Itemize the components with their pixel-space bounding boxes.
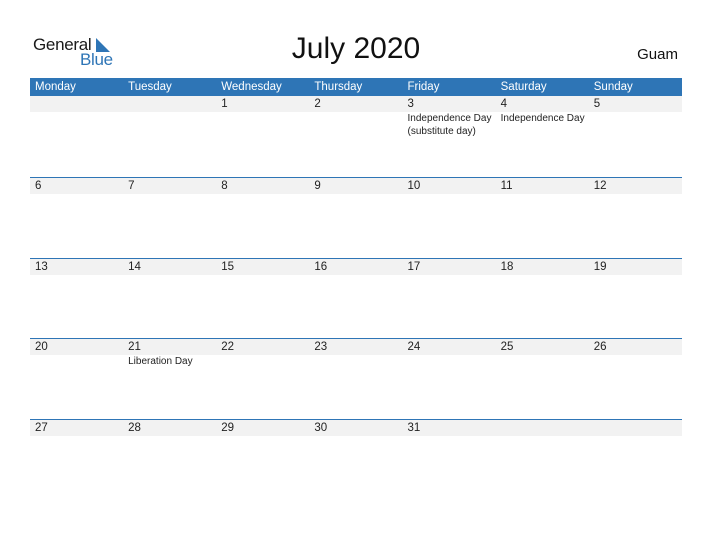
day-cell: 14 [123, 259, 216, 275]
day-number: 19 [593, 260, 607, 273]
day-number: 1 [221, 98, 228, 110]
weekday-saturday: Saturday [500, 81, 547, 93]
day-cell: 27 [30, 420, 123, 436]
day-number: 26 [593, 341, 607, 353]
day-cell: 20 [30, 339, 123, 368]
day-number: 25 [500, 341, 514, 353]
holiday-label: Liberation Day [128, 356, 193, 367]
day-cell [589, 420, 682, 436]
day-number: 15 [221, 260, 235, 273]
weekday-monday: Monday [35, 81, 76, 93]
day-cell: 4 Independence Day [496, 96, 589, 138]
week-row: 13 14 15 16 17 18 19 [30, 257, 682, 339]
week-row: 20 21 Liberation Day 22 23 24 25 26 [30, 338, 682, 419]
day-cell: 17 [403, 259, 496, 275]
day-cell: 23 [309, 339, 402, 368]
day-cell: 19 [589, 259, 682, 275]
weeks: 1 2 3 Independence Day (substitute day) 4 Ind… [30, 96, 682, 499]
day-number: 4 [500, 98, 508, 110]
day-cell: 7 [123, 178, 216, 194]
day-cell [30, 96, 123, 138]
day-cell: 18 [496, 259, 589, 275]
day-number [35, 96, 123, 112]
day-number: 5 [593, 98, 601, 110]
country-label: Guam [637, 46, 678, 63]
day-number: 18 [500, 260, 514, 273]
weekday-wednesday: Wednesday [221, 81, 282, 93]
day-cell: 26 [589, 339, 682, 368]
day-number: 22 [221, 341, 235, 353]
week-row: 27 28 29 30 31 [30, 418, 682, 500]
weekday-friday: Friday [407, 81, 440, 93]
day-cell: 16 [309, 259, 402, 275]
day-cell: 28 [123, 420, 216, 436]
day-number [594, 420, 682, 436]
day-number: 20 [35, 341, 48, 353]
day-number: 24 [407, 341, 421, 353]
day-number: 30 [314, 421, 328, 434]
day-number [501, 420, 589, 436]
weekday-sunday: Sunday [593, 81, 633, 93]
weekday-tuesday: Tuesday [128, 81, 172, 93]
day-number: 29 [221, 421, 235, 434]
day-cell: 9 [309, 178, 402, 194]
day-number: 27 [35, 421, 48, 434]
day-number: 10 [407, 180, 421, 192]
day-number: 31 [407, 421, 421, 434]
day-number: 17 [407, 260, 421, 273]
day-cell [496, 420, 589, 436]
page-title: July 2020 [291, 32, 421, 65]
day-cell: 6 [30, 178, 123, 194]
day-number: 8 [221, 180, 228, 192]
day-number: 28 [128, 421, 141, 434]
day-number: 23 [314, 341, 328, 353]
day-number: 6 [35, 180, 42, 192]
weekday-header: Monday Tuesday Wednesday Thursday Friday… [30, 78, 682, 96]
day-cell: 24 [403, 339, 496, 368]
day-cell: 15 [216, 259, 309, 275]
day-cell: 2 [309, 96, 402, 138]
day-cell: 22 [216, 339, 309, 368]
day-number: 7 [128, 180, 135, 192]
calendar: Monday Tuesday Wednesday Thursday Friday… [30, 78, 682, 499]
day-cell: 8 [216, 178, 309, 194]
day-cell: 21 Liberation Day [123, 339, 216, 368]
day-number: 9 [314, 180, 321, 192]
day-cell: 25 [496, 339, 589, 368]
weekday-thursday: Thursday [314, 81, 363, 93]
day-cell: 12 [589, 178, 682, 194]
day-number: 3 [407, 98, 414, 110]
day-cell: 30 [309, 420, 402, 436]
week-row: 1 2 3 Independence Day (substitute day) 4 Ind… [30, 96, 682, 177]
day-number: 21 [128, 341, 141, 353]
holiday-label: Independence Day [500, 113, 585, 124]
week-row: 6 7 8 9 10 11 12 [30, 177, 682, 258]
day-cell: 13 [30, 259, 123, 275]
day-cell [123, 96, 216, 138]
day-number: 11 [500, 180, 513, 192]
day-number: 12 [593, 180, 607, 192]
day-cell: 29 [216, 420, 309, 436]
day-cell: 11 [496, 178, 589, 194]
day-cell: 1 [216, 96, 309, 138]
day-number: 13 [35, 260, 48, 273]
day-number: 16 [314, 260, 328, 273]
day-cell: 5 [589, 96, 682, 138]
day-number: 2 [314, 98, 321, 110]
holiday-label: Independence Day (substitute day) [407, 113, 492, 137]
day-number [128, 96, 216, 112]
day-cell: 10 [403, 178, 496, 194]
day-cell: 31 [403, 420, 496, 436]
day-number: 14 [128, 260, 141, 273]
day-cell: 3 Independence Day (substitute day) [403, 96, 496, 138]
